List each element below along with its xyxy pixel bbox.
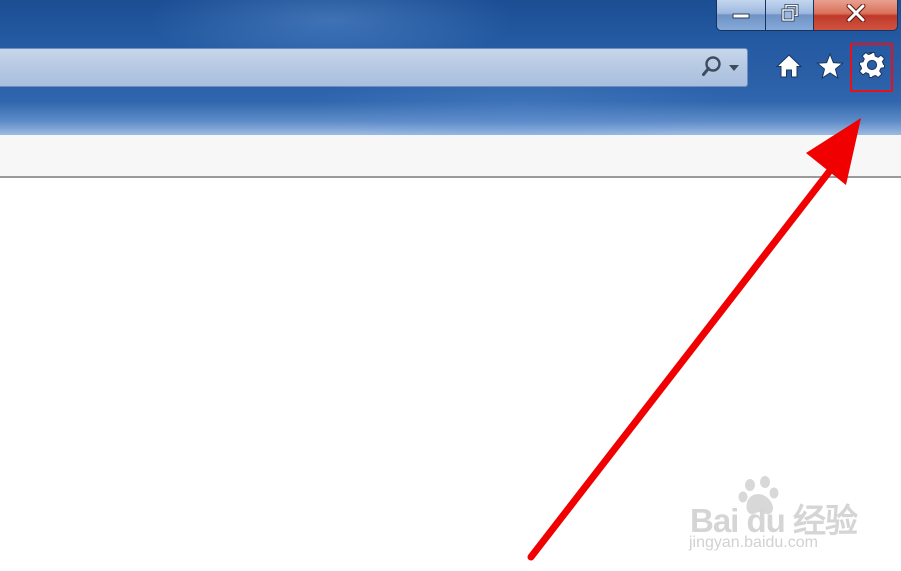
favorites-button[interactable] — [814, 50, 846, 86]
command-bar — [0, 135, 901, 178]
home-icon — [775, 53, 803, 83]
close-icon — [846, 3, 866, 27]
tools-button[interactable] — [850, 43, 893, 92]
search-icon[interactable] — [701, 55, 723, 82]
tools-gear-icon — [858, 51, 886, 84]
watermark-url: jingyan.baidu.com — [689, 534, 818, 551]
minimize-button[interactable] — [716, 0, 766, 31]
dropdown-arrow-icon[interactable] — [729, 59, 739, 77]
address-bar[interactable] — [0, 48, 748, 87]
minimize-icon — [732, 6, 750, 24]
favorites-star-icon — [816, 52, 844, 84]
search-area — [701, 55, 739, 82]
browser-titlebar — [0, 0, 901, 135]
baidu-jingyan-watermark: Bai du 经验 jingyan.baidu.com — [688, 476, 888, 556]
window-controls — [716, 0, 898, 32]
restore-button[interactable] — [766, 0, 814, 31]
home-button[interactable] — [773, 50, 805, 86]
close-button[interactable] — [814, 0, 898, 31]
restore-icon — [781, 3, 799, 27]
